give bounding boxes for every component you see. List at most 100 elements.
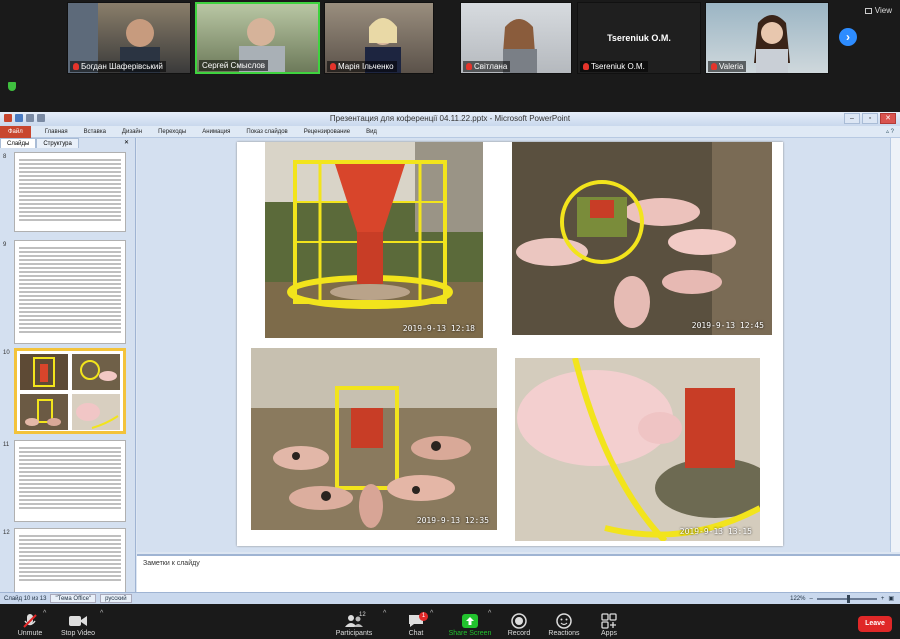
slide-info: Слайд 10 из 13 — [4, 595, 47, 602]
participant-tile-active[interactable]: Сергей Смыслов — [195, 2, 320, 74]
close-icon[interactable]: ✕ — [880, 113, 896, 124]
apps-icon — [601, 612, 617, 629]
participant-tile[interactable]: Марія Ільченко — [324, 2, 434, 74]
slides-pane: Слайды Структура ✕ 8 9 10 11 12 — [0, 138, 136, 592]
tab-slides[interactable]: Слайды — [0, 138, 37, 148]
piglets-photo-image — [512, 142, 772, 335]
stop-video-button[interactable]: Stop Video — [48, 612, 108, 637]
slide-photo[interactable]: 2019-9-13 12:45 — [512, 142, 772, 335]
tab-design[interactable]: Дизайн — [114, 129, 150, 135]
fit-to-window-icon[interactable]: ▣ — [888, 595, 894, 602]
tab-view[interactable]: Вид — [358, 129, 385, 135]
video-options-chevron-icon[interactable]: ^ — [100, 610, 103, 617]
vertical-scrollbar[interactable] — [890, 138, 900, 552]
apps-button[interactable]: Apps — [579, 612, 639, 637]
spotted-piglets-photo-image — [251, 348, 497, 530]
zoom-control: 122% – + ▣ — [790, 594, 900, 603]
participant-name: Valeria — [708, 61, 747, 72]
tab-outline[interactable]: Структура — [36, 138, 79, 148]
current-slide[interactable]: 2019-9-13 12:18 2019-9-13 12:45 2019-9-1… — [237, 142, 783, 546]
notes-pane[interactable]: Заметки к слайду — [137, 554, 900, 592]
mic-muted-icon — [583, 63, 589, 70]
thumbnail-photo — [72, 354, 120, 390]
participants-button[interactable]: 12 Participants — [324, 612, 384, 637]
undo-icon[interactable] — [26, 114, 34, 122]
zoom-slider[interactable] — [816, 594, 877, 603]
slide-thumbnail-selected[interactable] — [14, 348, 126, 434]
window-controls: – ▫ ✕ — [844, 113, 896, 124]
participant-display-name: Tsereniuk O.M. — [607, 33, 671, 43]
photo-timestamp: 2019-9-13 12:45 — [691, 321, 764, 330]
slide-thumbnail[interactable] — [14, 240, 126, 344]
slide-photo[interactable]: 2019-9-13 13:15 — [515, 358, 760, 541]
language-indicator[interactable]: русский — [100, 594, 132, 603]
thumbnail-photo — [20, 354, 68, 390]
window-title: Презентация для коференції 04.11.22.pptx… — [329, 114, 571, 123]
participant-name: Сергей Смыслов — [199, 60, 269, 71]
thumbnail-photo — [20, 394, 68, 430]
participant-tile[interactable]: Tsereniuk O.M. Tsereniuk O.M. — [577, 2, 701, 74]
ppt-logo-icon — [4, 114, 12, 122]
zoom-meeting-window: Богдан Шаферівський Сергей Смыслов Марія… — [0, 0, 900, 639]
quick-access-toolbar — [4, 114, 45, 122]
minimize-icon[interactable]: – — [844, 113, 860, 124]
view-button[interactable]: View — [864, 6, 892, 15]
tab-animation[interactable]: Анимация — [194, 129, 238, 135]
save-icon[interactable] — [15, 114, 23, 122]
chat-options-chevron-icon[interactable]: ^ — [430, 610, 433, 617]
pig-closeup-photo-image — [515, 358, 760, 541]
maximize-icon[interactable]: ▫ — [862, 113, 878, 124]
slide-thumbnail[interactable] — [14, 152, 126, 232]
mic-muted-icon — [466, 63, 472, 70]
participant-tile[interactable]: Valeria — [705, 2, 829, 74]
slide-photo[interactable]: 2019-9-13 12:18 — [265, 142, 483, 338]
slide-thumbnail[interactable] — [14, 440, 126, 522]
tab-slideshow[interactable]: Показ слайдов — [238, 129, 295, 135]
mic-muted-icon — [330, 63, 336, 70]
slide-number: 11 — [3, 442, 10, 448]
thumbnail-photo — [72, 394, 120, 430]
grid-icon — [864, 7, 872, 14]
mic-muted-icon — [23, 613, 37, 628]
next-page-arrow-icon[interactable]: › — [839, 28, 857, 46]
smiley-plus-icon — [556, 612, 572, 629]
slide-number: 8 — [3, 154, 7, 160]
slide-photo[interactable]: 2019-9-13 12:35 — [251, 348, 497, 530]
zoom-out-icon[interactable]: – — [809, 596, 812, 602]
close-pane-icon[interactable]: ✕ — [118, 138, 135, 148]
zoom-in-icon[interactable]: + — [881, 596, 885, 602]
mic-muted-icon — [711, 63, 717, 70]
chat-unread-badge: 1 — [419, 612, 428, 621]
slide-number: 9 — [3, 242, 7, 248]
meeting-toolbar: Unmute ^ Stop Video ^ 12 Participants ^ … — [0, 604, 900, 639]
slide-number: 10 — [3, 350, 10, 356]
tab-transitions[interactable]: Переходы — [150, 129, 194, 135]
share-screen-icon — [462, 613, 478, 628]
participant-name: Марія Ільченко — [327, 61, 397, 72]
tab-review[interactable]: Рецензирование — [296, 129, 358, 135]
security-shield-icon — [8, 82, 16, 91]
tab-insert[interactable]: Вставка — [76, 129, 114, 135]
tab-file[interactable]: Файл — [0, 125, 31, 138]
tab-home[interactable]: Главная — [37, 129, 76, 135]
participants-count: 12 — [359, 612, 366, 618]
participant-name: Світлана — [463, 61, 511, 72]
participant-tile[interactable]: Світлана — [460, 2, 572, 74]
feeder-photo-image — [265, 142, 483, 338]
participant-name: Tsereniuk O.M. — [580, 61, 648, 72]
participant-name: Богдан Шаферівський — [70, 61, 166, 72]
redo-icon[interactable] — [37, 114, 45, 122]
participant-tile[interactable]: Богдан Шаферівський — [67, 2, 191, 74]
zoom-level[interactable]: 122% — [790, 596, 805, 602]
audio-options-chevron-icon[interactable]: ^ — [43, 610, 46, 617]
photo-timestamp: 2019-9-13 13:15 — [679, 527, 752, 536]
leave-button[interactable]: Leave — [858, 616, 892, 632]
participant-strip: Богдан Шаферівський Сергей Смыслов Марія… — [0, 0, 900, 104]
chat-button[interactable]: 1 Chat — [386, 612, 446, 637]
ppt-statusbar: Слайд 10 из 13 "Тема Office" русский 122… — [0, 592, 900, 604]
powerpoint-window: Презентация для коференції 04.11.22.pptx… — [0, 112, 900, 604]
slide-thumbnail[interactable] — [14, 528, 126, 592]
ribbon-help-icon[interactable]: ▵ ? — [886, 128, 900, 135]
notes-placeholder: Заметки к слайду — [143, 560, 200, 567]
slide-editor: 2019-9-13 12:18 2019-9-13 12:45 2019-9-1… — [137, 138, 890, 552]
